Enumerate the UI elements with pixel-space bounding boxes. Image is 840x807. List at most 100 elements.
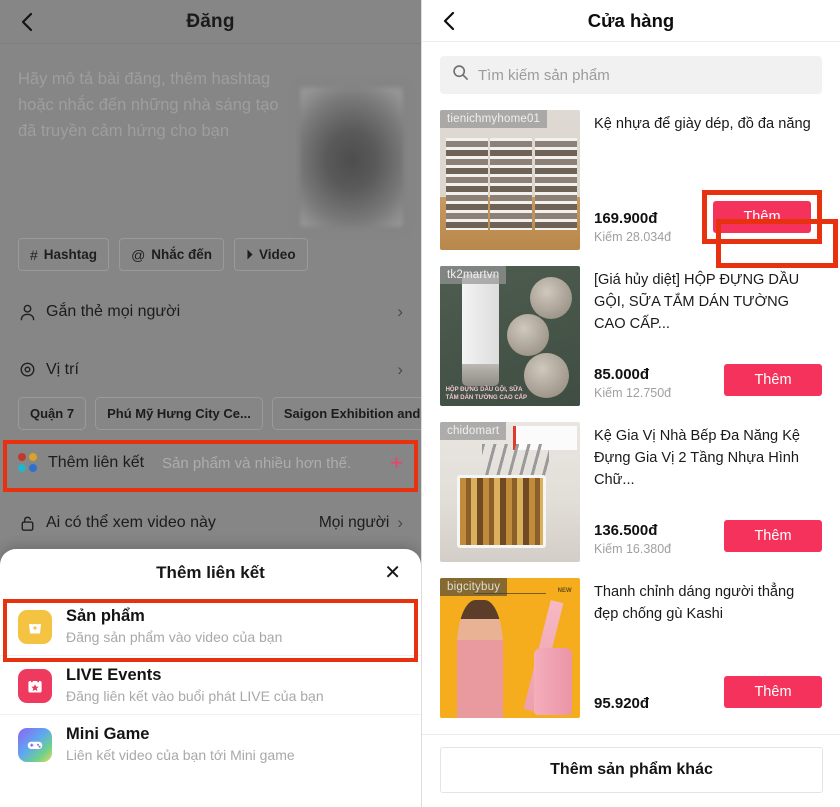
product-price: 85.000đ bbox=[594, 366, 650, 383]
highlight-box-add-button: Thêm bbox=[702, 190, 822, 244]
product-details: Kệ Gia Vị Nhà Bếp Đa Năng Kệ Đựng Gia Vị… bbox=[594, 422, 822, 562]
chip-hashtag[interactable]: # Hashtag bbox=[18, 238, 110, 271]
add-more-products-button[interactable]: Thêm sản phẩm khác bbox=[440, 747, 823, 793]
sheet-item-product-text: Sản phẩm Đăng sản phẩm vào video của bạn bbox=[66, 607, 282, 645]
add-product-button[interactable]: Thêm bbox=[724, 676, 822, 708]
search-box[interactable] bbox=[440, 56, 822, 94]
sheet-item-live-events[interactable]: LIVE Events Đăng liên kết vào buổi phát … bbox=[0, 655, 421, 714]
shop-name-badge: bigcitybuy bbox=[440, 578, 508, 596]
add-link-row-wrapper: Thêm liên kết Sản phẩm và nhiều hơn thế.… bbox=[0, 438, 421, 492]
sheet-item-live-text: LIVE Events Đăng liên kết vào buổi phát … bbox=[66, 666, 324, 704]
location-chip[interactable]: Phú Mỹ Hưng City Ce... bbox=[95, 397, 263, 430]
close-icon[interactable]: ✕ bbox=[384, 563, 401, 583]
shop-footer: Thêm sản phẩm khác bbox=[422, 734, 840, 807]
post-compose-panel: Đăng Hãy mô tả bài đăng, thêm hashtag ho… bbox=[0, 0, 421, 807]
product-image[interactable]: chidomart bbox=[440, 422, 580, 562]
row-tag-people-label: Gắn thẻ mọi người bbox=[46, 303, 181, 320]
add-link-title: Thêm liên kết bbox=[48, 454, 145, 471]
sheet-header: Thêm liên kết ✕ bbox=[0, 549, 421, 597]
search-input[interactable] bbox=[478, 66, 810, 84]
row-location-label: Vị trí bbox=[46, 361, 79, 378]
shop-panel: Cửa hàng tienichmyhome01 bbox=[421, 0, 840, 807]
play-circle-icon: ⏵ bbox=[246, 246, 254, 262]
row-tag-people[interactable]: Gắn thẻ mọi người › bbox=[0, 283, 421, 341]
add-link-subtitle: Sản phẩm và nhiều hơn thế. bbox=[162, 454, 352, 472]
shop-title: Cửa hàng bbox=[587, 9, 675, 31]
product-name: Kệ nhựa để giày dép, đồ đa năng bbox=[594, 116, 811, 132]
chevron-right-icon: › bbox=[397, 360, 403, 379]
product-pricing: 95.920đ bbox=[594, 695, 649, 712]
product-details: Kệ nhựa để giày dép, đồ đa năng 169.900đ… bbox=[594, 110, 822, 250]
shopping-bag-icon bbox=[18, 610, 52, 644]
sheet-item-product[interactable]: Sản phẩm Đăng sản phẩm vào video của bạn bbox=[0, 597, 421, 655]
caption-placeholder: Hãy mô tả bài đăng, thêm hashtag hoặc nh… bbox=[18, 70, 279, 140]
sheet-item-minigame-text: Mini Game Liên kết video của bạn tới Min… bbox=[66, 725, 295, 763]
product-pricing: 85.000đ Kiếm 12.750đ bbox=[594, 366, 671, 400]
product-details: Thanh chỉnh dáng người thẳng đẹp chống g… bbox=[594, 578, 822, 718]
sheet-item-title: Mini Game bbox=[66, 725, 150, 743]
person-icon bbox=[18, 303, 46, 322]
row-privacy[interactable]: Ai có thể xem video này Mọi người › bbox=[0, 494, 421, 552]
row-location[interactable]: Vị trí › bbox=[0, 341, 421, 399]
shop-name-badge: chidomart bbox=[440, 422, 507, 440]
four-dots-icon bbox=[18, 453, 38, 473]
row-add-link[interactable]: Thêm liên kết Sản phẩm và nhiều hơn thế.… bbox=[0, 438, 421, 488]
product-image[interactable]: HỘP ĐỰNG DẦU GỘI, SỮA TẮM DÁN TƯỜNG CAO C… bbox=[440, 266, 580, 406]
at-icon: @ bbox=[131, 246, 146, 263]
app-screen: Đăng Hãy mô tả bài đăng, thêm hashtag ho… bbox=[0, 0, 840, 807]
product-commission: Kiếm 28.034đ bbox=[594, 230, 672, 244]
chip-video-label: Video bbox=[259, 247, 296, 262]
chip-mention-label: Nhắc đến bbox=[151, 247, 213, 262]
product-price: 95.920đ bbox=[594, 695, 650, 712]
product-name: Thanh chỉnh dáng người thẳng đẹp chống g… bbox=[594, 584, 795, 622]
unlock-icon bbox=[18, 514, 46, 533]
product-details: [Giá hủy diệt] HỘP ĐỰNG DẦU GỘI, SỮA TẮM… bbox=[594, 266, 822, 406]
post-header: Đăng bbox=[0, 0, 421, 44]
search-icon bbox=[452, 64, 469, 86]
shop-name-badge: tienichmyhome01 bbox=[440, 110, 548, 128]
row-privacy-label: Ai có thể xem video này bbox=[46, 514, 216, 531]
location-pin-icon bbox=[18, 361, 46, 380]
back-chevron-icon[interactable] bbox=[17, 11, 39, 33]
plus-icon[interactable]: + bbox=[390, 452, 403, 474]
product-commission: Kiếm 12.750đ bbox=[594, 386, 672, 400]
hash-icon: # bbox=[30, 246, 38, 263]
shop-name-badge: tk2martvn bbox=[440, 266, 507, 284]
location-suggestions: Quận 7 Phú Mỹ Hưng City Ce... Saigon Exh… bbox=[0, 397, 421, 430]
product-image[interactable]: NEW bigcitybuy bbox=[440, 578, 580, 718]
gamepad-icon bbox=[18, 728, 52, 762]
sheet-title: Thêm liên kết bbox=[156, 563, 265, 582]
product-image[interactable]: tienichmyhome01 bbox=[440, 110, 580, 250]
location-chip[interactable]: Saigon Exhibition and... bbox=[271, 397, 421, 430]
product-footer: 95.920đ Thêm bbox=[594, 676, 822, 718]
search-container bbox=[422, 42, 840, 104]
chip-video[interactable]: ⏵ Video bbox=[234, 238, 308, 271]
add-product-button[interactable]: Thêm bbox=[713, 201, 811, 233]
chip-hashtag-label: Hashtag bbox=[43, 247, 98, 262]
chevron-right-icon: › bbox=[397, 513, 403, 532]
product-pricing: 136.500đ Kiếm 16.380đ bbox=[594, 522, 671, 556]
compose-area[interactable]: Hãy mô tả bài đăng, thêm hashtag hoặc nh… bbox=[0, 44, 421, 234]
video-thumbnail[interactable] bbox=[300, 87, 403, 227]
sheet-item-subtitle: Đăng sản phẩm vào video của bạn bbox=[66, 629, 283, 645]
sheet-item-subtitle: Liên kết video của bạn tới Mini game bbox=[66, 747, 295, 763]
product-row[interactable]: tienichmyhome01 Kệ nhựa để giày dép, đồ … bbox=[422, 104, 840, 260]
product-row[interactable]: HỘP ĐỰNG DẦU GỘI, SỮA TẮM DÁN TƯỜNG CAO C… bbox=[422, 260, 840, 416]
add-product-button[interactable]: Thêm bbox=[724, 364, 822, 396]
back-chevron-icon[interactable] bbox=[439, 10, 461, 32]
add-link-bottom-sheet: Thêm liên kết ✕ Sản phẩm Đăng sản phẩm v… bbox=[0, 549, 421, 807]
location-chip[interactable]: Quận 7 bbox=[18, 397, 87, 430]
sheet-item-title: Sản phẩm bbox=[66, 607, 145, 625]
compose-chips: # Hashtag @ Nhắc đến ⏵ Video bbox=[0, 238, 421, 271]
product-price: 136.500đ bbox=[594, 522, 658, 539]
product-row[interactable]: NEW bigcitybuy Thanh chỉnh dáng người th… bbox=[422, 572, 840, 728]
sheet-item-mini-game[interactable]: Mini Game Liên kết video của bạn tới Min… bbox=[0, 714, 421, 773]
product-commission: Kiếm 16.380đ bbox=[594, 542, 672, 556]
product-name: [Giá hủy diệt] HỘP ĐỰNG DẦU GỘI, SỮA TẮM… bbox=[594, 272, 800, 332]
product-name: Kệ Gia Vị Nhà Bếp Đa Năng Kệ Đựng Gia Vị… bbox=[594, 428, 801, 488]
chevron-right-icon: › bbox=[397, 302, 403, 321]
chip-mention[interactable]: @ Nhắc đến bbox=[119, 238, 225, 271]
add-product-button[interactable]: Thêm bbox=[724, 520, 822, 552]
product-row[interactable]: chidomart Kệ Gia Vị Nhà Bếp Đa Năng Kệ Đ… bbox=[422, 416, 840, 572]
sheet-item-subtitle: Đăng liên kết vào buổi phát LIVE của bạn bbox=[66, 688, 324, 704]
